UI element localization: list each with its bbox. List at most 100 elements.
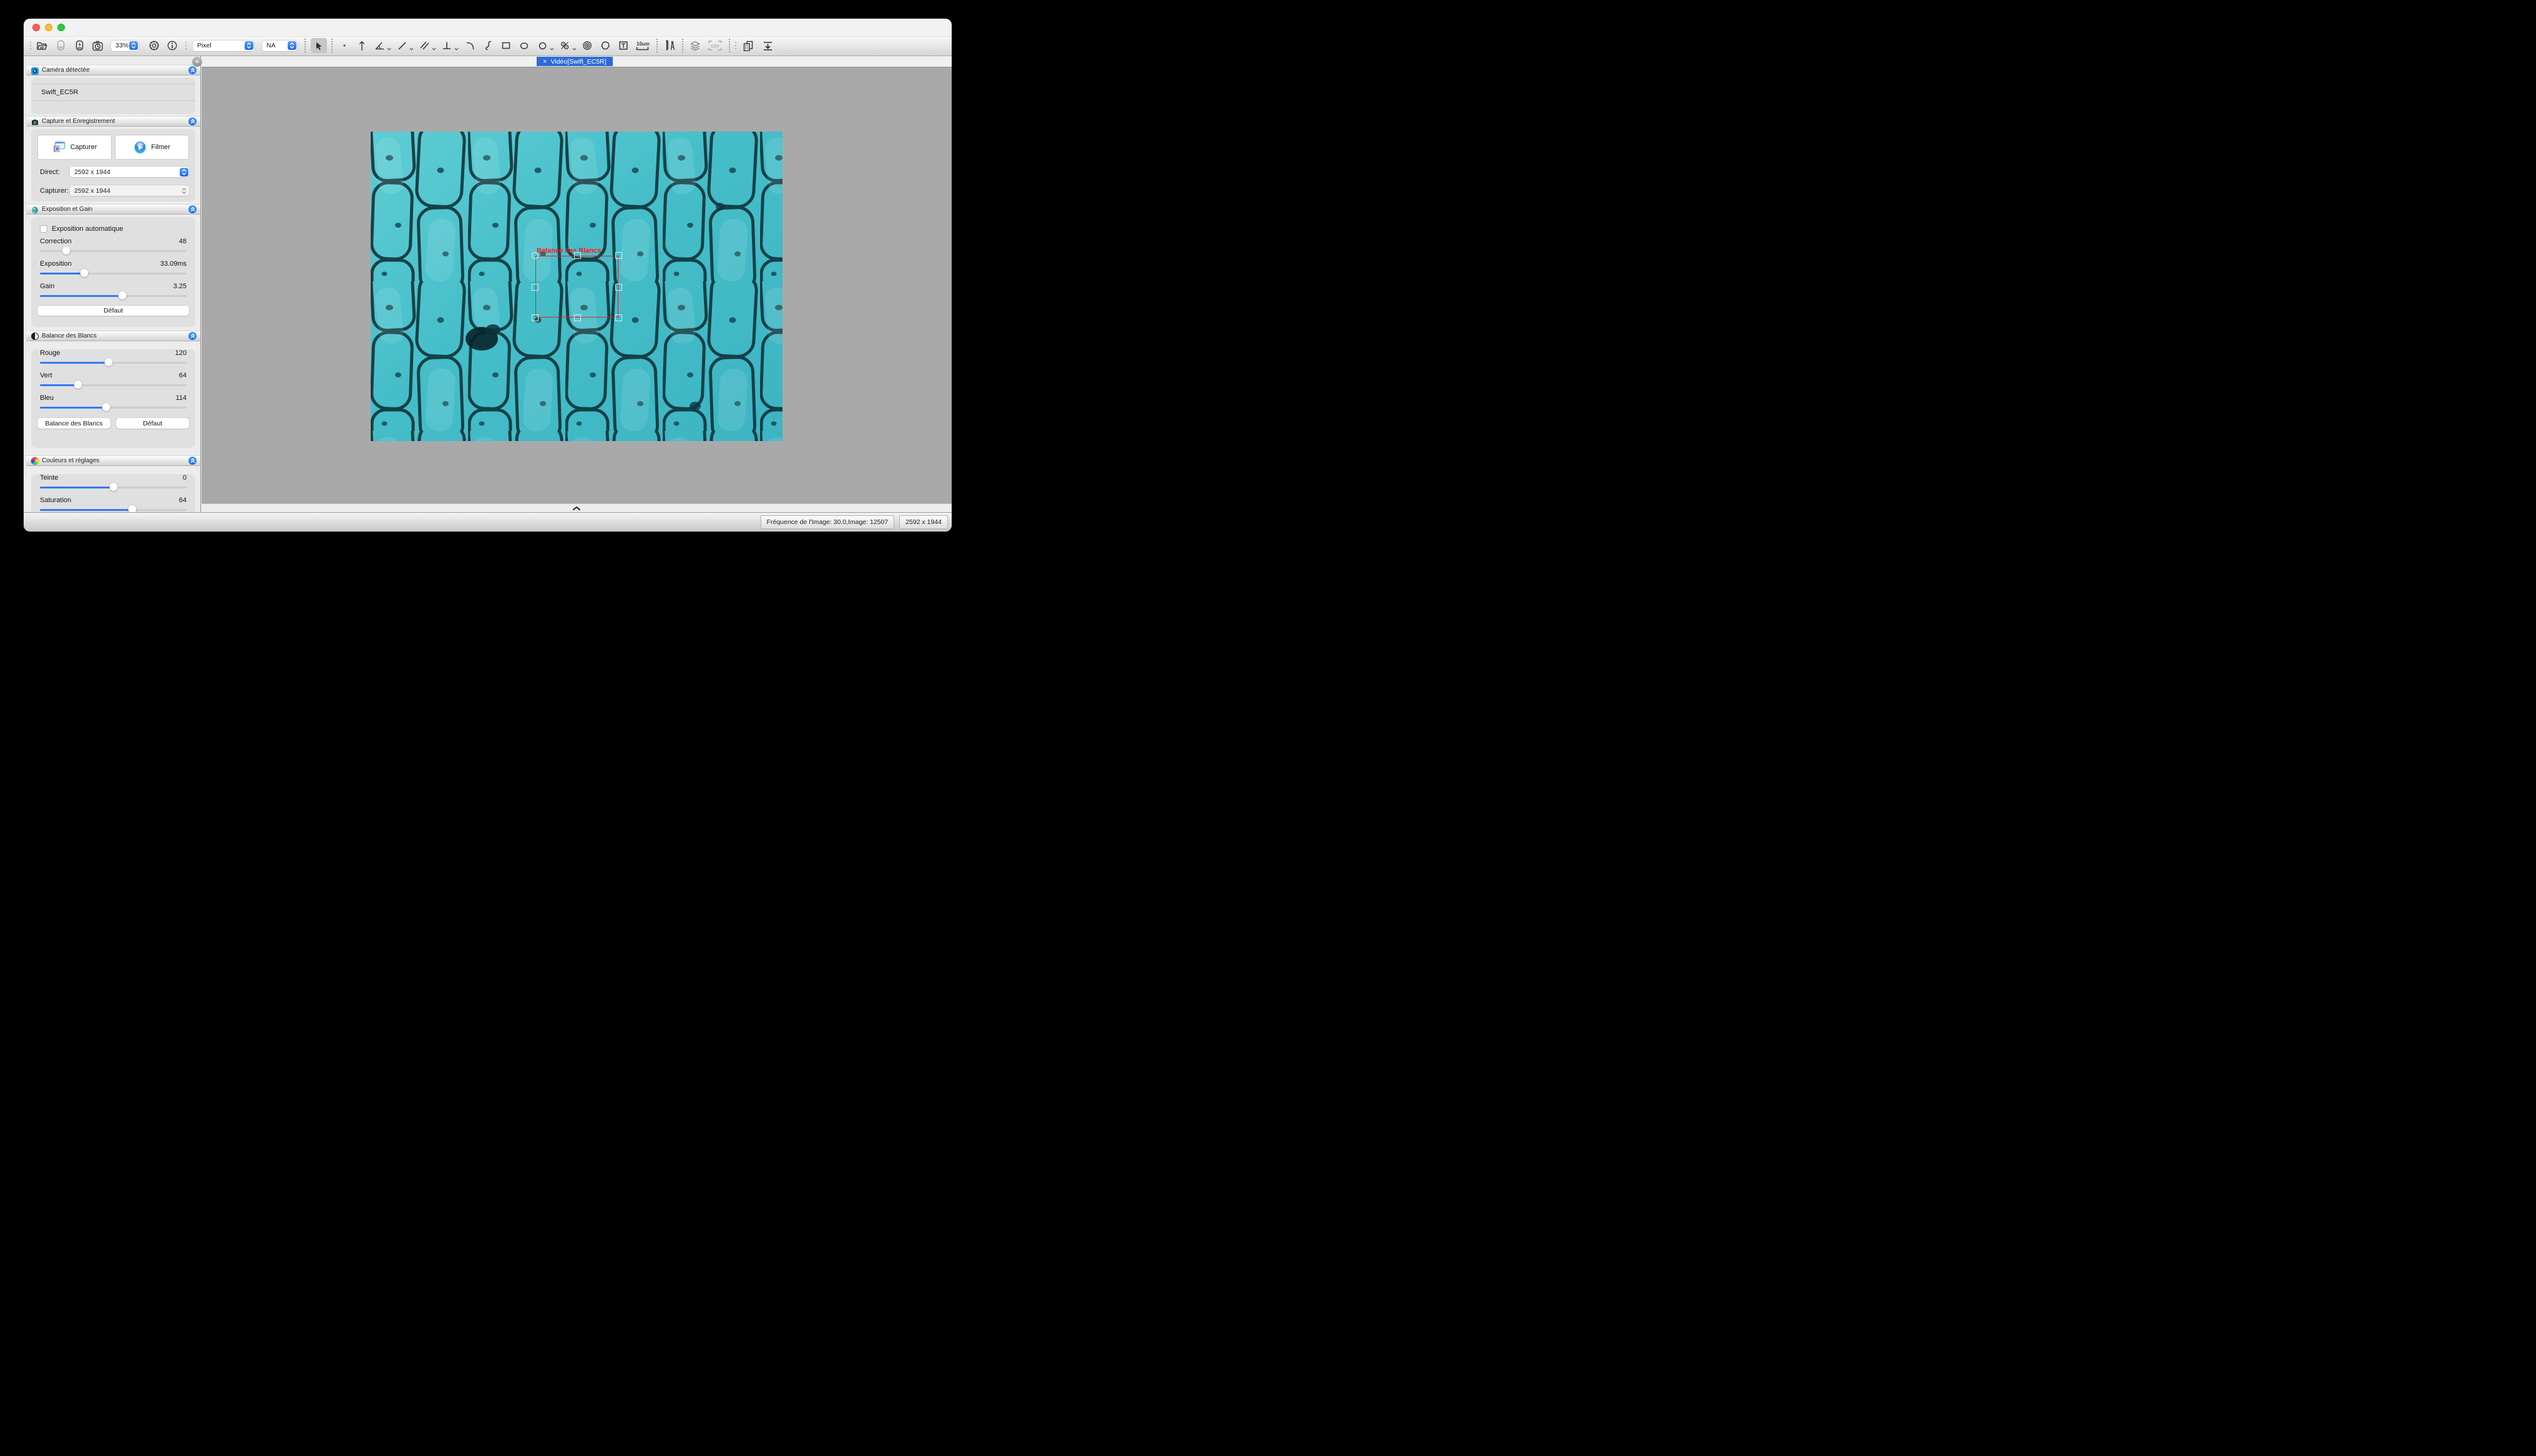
toolbar-grip-icon	[735, 42, 736, 49]
camera-list-item[interactable]: Swift_EC5R	[31, 84, 195, 100]
live-video-viewport[interactable]: Balance des Blancs	[371, 132, 783, 441]
roi-handle[interactable]	[532, 252, 539, 259]
collapse-panel-button[interactable]	[188, 332, 197, 340]
gain-slider[interactable]	[40, 291, 187, 300]
polygon-tool-button[interactable]	[598, 39, 612, 52]
gear-icon	[149, 40, 160, 51]
settings-button[interactable]	[147, 39, 161, 52]
double-chevron-up-icon	[190, 458, 195, 463]
collapse-panel-button[interactable]	[188, 117, 197, 125]
camera-icon	[31, 118, 39, 125]
collapse-panel-button[interactable]	[188, 66, 197, 74]
roi-handle[interactable]	[615, 314, 622, 321]
tab-bar: × Vidéo[Swift_EC5R]	[202, 56, 952, 67]
angle-tool-button[interactable]	[373, 39, 386, 52]
pointer-tool-button[interactable]	[311, 38, 327, 53]
timed-capture-button[interactable]	[90, 39, 104, 52]
concentric-circles-tool-button[interactable]	[580, 39, 594, 52]
saturation-label: Saturation	[40, 497, 71, 504]
expand-bottom-panel[interactable]	[202, 503, 952, 513]
collapse-panel-button[interactable]	[188, 457, 197, 465]
hue-slider[interactable]	[40, 483, 187, 492]
camera-flash-button[interactable]	[72, 39, 86, 52]
exposure-icon	[31, 206, 39, 213]
chevron-down-icon[interactable]	[454, 40, 459, 51]
chevron-down-icon[interactable]	[572, 40, 577, 51]
roi-label: Balance des Blancs	[537, 247, 601, 255]
panel-title: Capture et Enregistrement	[42, 118, 185, 125]
chevron-down-icon[interactable]	[550, 40, 554, 51]
roi-handle[interactable]	[532, 284, 539, 291]
titlebar[interactable]	[24, 19, 952, 36]
export-button[interactable]	[761, 39, 774, 52]
panel-header-colors[interactable]: Couleurs et réglages	[26, 455, 200, 466]
roi-handle[interactable]	[532, 314, 539, 321]
arrow-tool-button[interactable]	[355, 39, 369, 52]
circle-tool-button[interactable]	[535, 39, 549, 52]
wb-default-button[interactable]: Défaut	[116, 418, 189, 429]
close-window-button[interactable]	[32, 24, 40, 31]
capture-button[interactable]: Capturer	[37, 135, 112, 160]
minimize-window-button[interactable]	[45, 24, 52, 31]
green-slider[interactable]	[40, 381, 187, 389]
open-folder-icon	[36, 41, 48, 51]
curve-tool-button[interactable]	[481, 39, 495, 52]
capture-resolution-select[interactable]: 2592 x 1944	[70, 185, 189, 196]
text-tool-button[interactable]	[617, 39, 630, 52]
camera-device-button[interactable]	[54, 39, 67, 52]
chevron-up-icon	[572, 506, 581, 511]
video-tab[interactable]: × Vidéo[Swift_EC5R]	[537, 57, 613, 66]
chevron-down-icon[interactable]	[387, 40, 391, 51]
close-tab-icon[interactable]: ×	[543, 58, 547, 66]
direct-resolution-select[interactable]: 2592 x 1944	[70, 167, 189, 177]
roi-handle[interactable]	[574, 252, 581, 259]
layers-button[interactable]	[688, 39, 702, 52]
roi-handle[interactable]	[615, 284, 622, 291]
chevron-down-icon[interactable]	[409, 40, 414, 51]
white-balance-icon	[31, 332, 39, 340]
correction-slider[interactable]	[40, 246, 187, 255]
exposure-default-button[interactable]: Défaut	[37, 306, 189, 316]
roi-handle[interactable]	[574, 314, 581, 321]
perpendicular-tool-button[interactable]	[440, 39, 454, 52]
panel-title: Exposition et Gain	[42, 206, 185, 213]
red-value: 120	[175, 349, 187, 357]
na-select[interactable]: NA	[262, 41, 297, 51]
white-balance-button[interactable]: Balance des Blancs	[37, 418, 110, 429]
panel-header-whitebalance[interactable]: Balance des Blancs	[26, 331, 200, 341]
line-tool-button[interactable]	[395, 39, 409, 52]
panel-header-camera[interactable]: Caméra détectée	[26, 65, 200, 75]
chevron-down-icon[interactable]	[432, 40, 436, 51]
zoom-window-button[interactable]	[57, 24, 65, 31]
scale-bar-tool-button[interactable]: 10um	[635, 39, 651, 52]
linked-circles-tool-button[interactable]	[558, 39, 572, 52]
record-button-label: Filmer	[151, 143, 170, 151]
zoom-select[interactable]: 33%	[111, 41, 139, 51]
ellipse-tool-button[interactable]	[517, 39, 531, 52]
unit-select[interactable]: Pixel	[193, 41, 254, 51]
angle-icon	[374, 41, 385, 51]
red-slider[interactable]	[40, 358, 187, 367]
panel-header-exposure[interactable]: Exposition et Gain	[26, 204, 200, 215]
auto-exposure-checkbox[interactable]	[40, 225, 47, 233]
csv-export-button[interactable]: CSV	[707, 39, 723, 52]
collapse-panel-button[interactable]	[188, 205, 197, 213]
collapse-sidebar-button[interactable]: «	[192, 57, 202, 67]
exposure-slider[interactable]	[40, 269, 187, 278]
measure-tool-button[interactable]	[663, 39, 676, 52]
panel-header-capture[interactable]: Capture et Enregistrement	[26, 116, 200, 127]
stepper-icon	[180, 187, 188, 195]
open-folder-button[interactable]	[35, 39, 49, 52]
blue-slider[interactable]	[40, 403, 187, 412]
roi-handle[interactable]	[615, 252, 622, 259]
point-tool-button[interactable]	[338, 39, 351, 52]
duplicate-button[interactable]	[741, 39, 755, 52]
parallel-lines-tool-button[interactable]	[417, 39, 431, 52]
white-balance-roi[interactable]: Balance des Blancs	[535, 256, 618, 318]
arc-tool-button[interactable]	[463, 39, 477, 52]
blue-value: 114	[175, 394, 187, 402]
rectangle-tool-button[interactable]	[499, 39, 513, 52]
text-icon	[618, 41, 628, 51]
info-button[interactable]	[165, 39, 179, 52]
record-button[interactable]: Filmer	[115, 135, 189, 160]
